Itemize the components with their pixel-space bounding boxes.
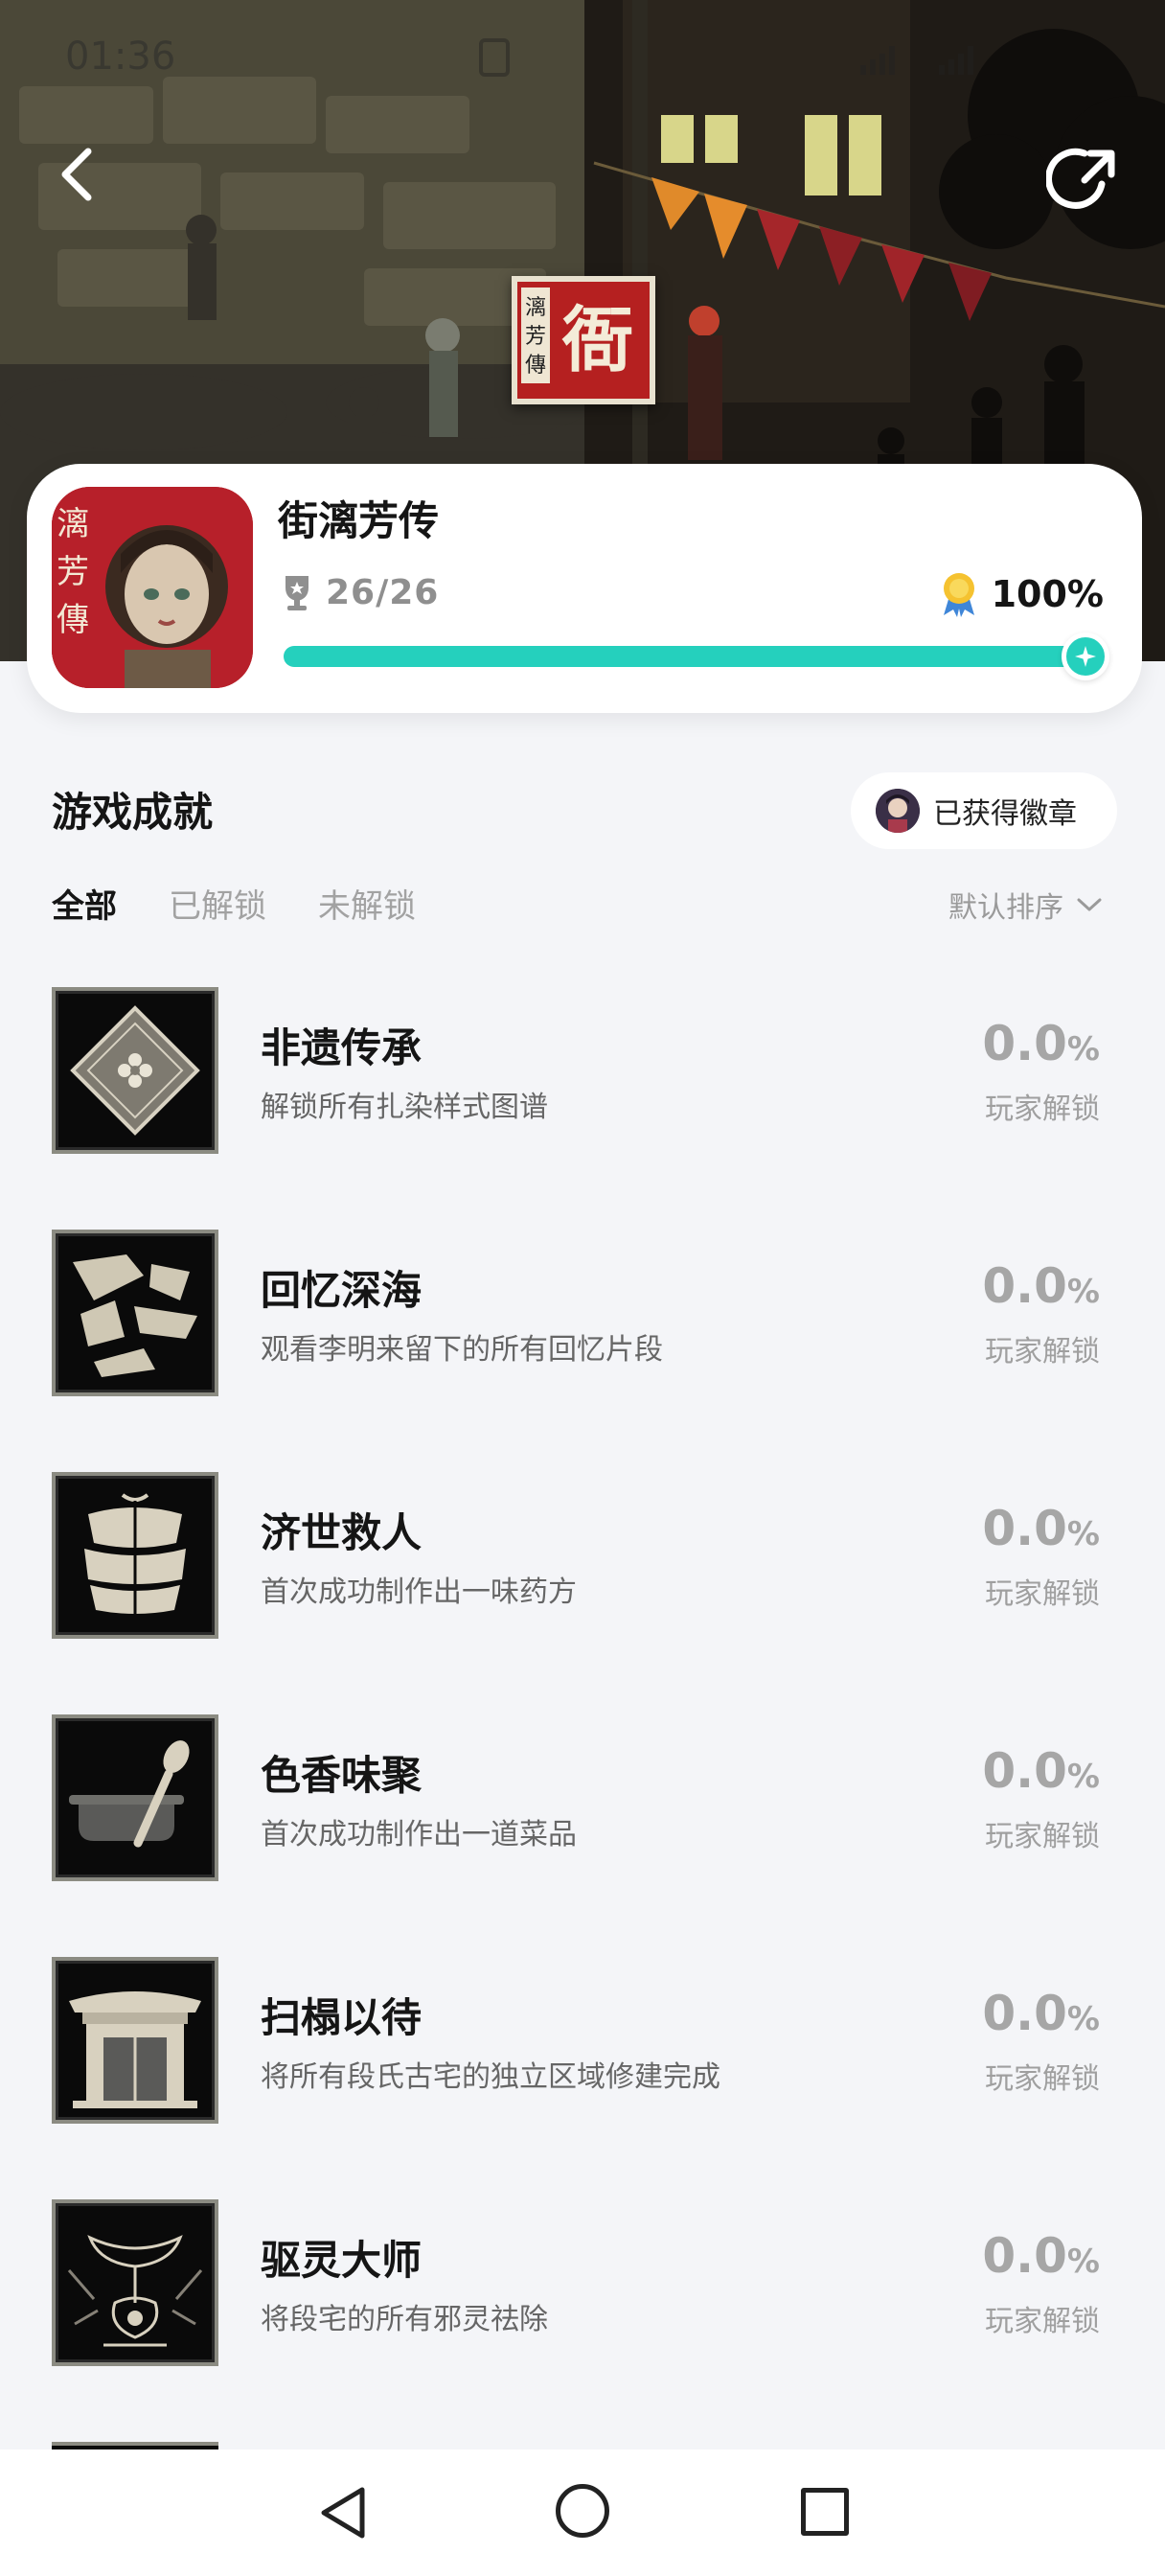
achievement-item[interactable]: 驱灵大师 将段宅的所有邪灵祛除 0.0% 玩家解锁 bbox=[0, 2199, 1165, 2391]
incense-burner-icon bbox=[52, 2199, 218, 2366]
achievement-rate-label: 玩家解锁 bbox=[985, 2062, 1100, 2096]
achievement-rate-unit: % bbox=[1066, 1758, 1100, 1796]
earned-badges-label: 已获得徽章 bbox=[933, 797, 1077, 831]
medal-icon bbox=[943, 573, 974, 617]
game-logo-art: 漓 芳 傳 衙 bbox=[517, 282, 650, 399]
completion-percent-text: 100% bbox=[991, 573, 1104, 615]
achievement-rate-unit: % bbox=[1066, 1515, 1100, 1553]
achievement-rate-value: 0.0 bbox=[982, 1986, 1067, 2041]
achievement-rate-label: 玩家解锁 bbox=[985, 1335, 1100, 1368]
completion-progress-bar bbox=[284, 632, 1109, 680]
svg-text:傳: 傳 bbox=[57, 601, 89, 639]
achievement-unlock-rate: 0.0% bbox=[982, 1501, 1100, 1556]
share-icon[interactable] bbox=[1046, 142, 1123, 215]
game-logo: 漓 芳 傳 衙 bbox=[512, 276, 655, 404]
achievement-item[interactable]: 扫榻以待 将所有段氏古宅的独立区域修建完成 0.0% 玩家解锁 bbox=[0, 1957, 1165, 2149]
achievement-rate-value: 0.0 bbox=[982, 1501, 1067, 1556]
achievement-item[interactable]: 回忆深海 观看李明来留下的所有回忆片段 0.0% 玩家解锁 bbox=[0, 1230, 1165, 1421]
achievement-rate-value: 0.0 bbox=[982, 1743, 1067, 1799]
achievement-rate-unit: % bbox=[1066, 2242, 1100, 2281]
tab-locked[interactable]: 未解锁 bbox=[318, 880, 416, 927]
chevron-down-icon bbox=[1077, 898, 1102, 911]
achievement-rate-value: 0.0 bbox=[982, 1016, 1067, 1071]
svg-text:傳: 傳 bbox=[525, 354, 546, 378]
achievement-rate-unit: % bbox=[1066, 2000, 1100, 2038]
nav-home-icon[interactable] bbox=[556, 2484, 609, 2538]
status-bar: 01:36 bbox=[0, 0, 1165, 115]
achievement-desc: 观看李明来留下的所有回忆片段 bbox=[261, 1333, 663, 1367]
nav-recents-icon[interactable] bbox=[801, 2488, 849, 2536]
achievement-unlock-rate: 0.0% bbox=[982, 1258, 1100, 1314]
achievement-rate-value: 0.0 bbox=[982, 1258, 1067, 1314]
achievement-desc: 将段宅的所有邪灵祛除 bbox=[261, 2303, 548, 2336]
game-title: 街漓芳传 bbox=[278, 497, 440, 544]
achievement-name: 非遗传承 bbox=[261, 1024, 423, 1071]
achievement-rate-label: 玩家解锁 bbox=[985, 1820, 1100, 1853]
achievement-item[interactable]: 济世救人 首次成功制作出一味药方 0.0% 玩家解锁 bbox=[0, 1472, 1165, 1664]
achievement-name: 驱灵大师 bbox=[261, 2237, 423, 2284]
sparkle-icon bbox=[1075, 646, 1096, 667]
achievement-desc: 首次成功制作出一道菜品 bbox=[261, 1818, 577, 1852]
achievement-item[interactable]: 非遗传承 解锁所有扎染样式图谱 0.0% 玩家解锁 bbox=[0, 987, 1165, 1179]
svg-text:芳: 芳 bbox=[525, 325, 546, 349]
achievement-rate-unit: % bbox=[1066, 1030, 1100, 1069]
nfc-icon bbox=[479, 38, 510, 77]
achievement-rate-label: 玩家解锁 bbox=[985, 1092, 1100, 1126]
section-title: 游戏成就 bbox=[52, 789, 214, 836]
completion-percent: 100% bbox=[940, 571, 1104, 617]
svg-text:漓: 漓 bbox=[525, 296, 546, 320]
system-nav-bar bbox=[0, 2450, 1165, 2576]
progress-knob bbox=[1062, 632, 1109, 680]
medicine-pack-icon bbox=[52, 1472, 218, 1639]
sort-label: 默认排序 bbox=[948, 891, 1063, 925]
achievement-name: 色香味聚 bbox=[261, 1752, 423, 1799]
achievement-unlock-rate: 0.0% bbox=[982, 1016, 1100, 1071]
achievement-unlock-rate: 0.0% bbox=[982, 1986, 1100, 2041]
achievement-rate-value: 0.0 bbox=[982, 2228, 1067, 2284]
achievement-unlock-rate: 0.0% bbox=[982, 1743, 1100, 1799]
achievement-desc: 首次成功制作出一味药方 bbox=[261, 1576, 577, 1609]
achievement-rate-label: 玩家解锁 bbox=[985, 2305, 1100, 2338]
progress-fill bbox=[284, 646, 1096, 667]
achievement-unlock-rate: 0.0% bbox=[982, 2228, 1100, 2284]
nav-back-icon[interactable] bbox=[316, 2484, 370, 2542]
svg-text:漓: 漓 bbox=[57, 505, 89, 543]
achievement-filter-tabs: 全部 已解锁 未解锁 bbox=[52, 880, 416, 927]
achievement-name: 回忆深海 bbox=[261, 1267, 423, 1314]
earned-badges-button[interactable]: 已获得徽章 bbox=[851, 772, 1117, 849]
signal-icon-2 bbox=[939, 40, 973, 75]
fragments-icon bbox=[52, 1230, 218, 1396]
sort-dropdown[interactable]: 默认排序 bbox=[948, 884, 1102, 926]
back-arrow-icon[interactable] bbox=[50, 138, 111, 211]
achievement-rate-unit: % bbox=[1066, 1273, 1100, 1311]
signal-icon bbox=[860, 40, 895, 75]
diamond-flower-icon bbox=[52, 987, 218, 1154]
game-icon[interactable]: 漓 芳 傳 bbox=[52, 487, 253, 688]
trophy-icon bbox=[286, 575, 308, 610]
gate-house-icon bbox=[52, 1957, 218, 2124]
status-time: 01:36 bbox=[65, 34, 176, 79]
achievement-desc: 将所有段氏古宅的独立区域修建完成 bbox=[261, 2060, 720, 2094]
tab-unlocked[interactable]: 已解锁 bbox=[169, 880, 266, 927]
achievement-desc: 解锁所有扎染样式图谱 bbox=[261, 1091, 548, 1124]
achievement-name: 济世救人 bbox=[261, 1509, 423, 1556]
badge-avatar-icon bbox=[876, 789, 920, 833]
logo-text: 衙 bbox=[561, 299, 633, 381]
game-icon-art: 漓 芳 傳 bbox=[52, 487, 253, 688]
achievement-item[interactable]: 色香味聚 首次成功制作出一道菜品 0.0% 玩家解锁 bbox=[0, 1714, 1165, 1906]
achievement-rate-label: 玩家解锁 bbox=[985, 1577, 1100, 1611]
trophy-count: 26/26 bbox=[282, 573, 439, 612]
status-icons bbox=[479, 38, 973, 77]
svg-text:芳: 芳 bbox=[57, 553, 89, 591]
cooking-pot-icon bbox=[52, 1714, 218, 1881]
achievement-name: 扫榻以待 bbox=[261, 1994, 423, 2041]
trophy-count-text: 26/26 bbox=[326, 573, 440, 612]
achievement-item-partial bbox=[52, 2442, 218, 2450]
tab-all[interactable]: 全部 bbox=[52, 880, 117, 927]
